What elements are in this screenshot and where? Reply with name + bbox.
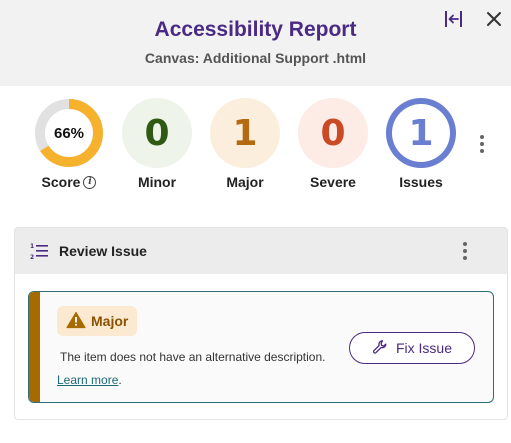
minor-label: Minor — [137, 174, 177, 190]
report-more-options-button[interactable] — [472, 134, 492, 154]
major-count: 1 — [210, 98, 280, 168]
issues-count: 1 — [386, 98, 456, 168]
close-button[interactable] — [483, 10, 505, 32]
learn-more-suffix: . — [118, 373, 122, 387]
major-label: Major — [226, 174, 264, 190]
minor-stat: 0 Minor — [117, 98, 197, 190]
panel-more-options-button[interactable] — [455, 241, 475, 261]
numbered-list-icon: 1 2 — [29, 241, 49, 261]
wrench-icon — [372, 339, 388, 358]
close-icon — [485, 10, 503, 33]
severity-bar — [29, 292, 40, 402]
fix-issue-button[interactable]: Fix Issue — [349, 332, 475, 364]
info-icon[interactable]: i — [83, 175, 97, 189]
issue-card: Major The item does not have an alternat… — [28, 291, 494, 403]
warning-icon — [66, 311, 86, 332]
report-title: Accessibility Report — [154, 18, 357, 41]
panel-title: Review Issue — [59, 243, 147, 259]
fix-issue-label: Fix Issue — [395, 340, 452, 356]
severity-badge: Major — [57, 306, 138, 336]
major-stat: 1 Major — [205, 98, 285, 190]
svg-text:1: 1 — [30, 243, 34, 250]
score-stat: 66% Score i — [29, 98, 109, 190]
severe-label: Severe — [310, 174, 356, 190]
score-ring: 66% — [34, 98, 104, 168]
collapse-panel-button[interactable] — [443, 10, 465, 32]
panel-header: 1 2 Review Issue — [15, 228, 507, 274]
review-issue-panel: 1 2 Review Issue Major The item does not… — [14, 227, 508, 420]
issue-description: The item does not have an alternative de… — [60, 350, 326, 364]
issues-label: Issues — [399, 174, 443, 190]
report-header: Accessibility Report Canvas: Additional … — [0, 0, 511, 86]
score-value: 66% — [53, 124, 85, 142]
collapse-panel-icon — [443, 9, 465, 34]
severity-label: Major — [91, 313, 129, 329]
summary-stats: 66% Score i 0 Minor 1 Major 0 Severe 1 I… — [0, 98, 511, 198]
svg-text:2: 2 — [30, 254, 34, 261]
score-label: Score — [41, 174, 81, 190]
severe-count: 0 — [298, 98, 368, 168]
severe-stat: 0 Severe — [293, 98, 373, 190]
learn-more-link[interactable]: Learn more — [57, 373, 118, 387]
report-subtitle: Canvas: Additional Support .html — [144, 50, 367, 66]
minor-count: 0 — [122, 98, 192, 168]
issues-stat: 1 Issues — [381, 98, 461, 190]
